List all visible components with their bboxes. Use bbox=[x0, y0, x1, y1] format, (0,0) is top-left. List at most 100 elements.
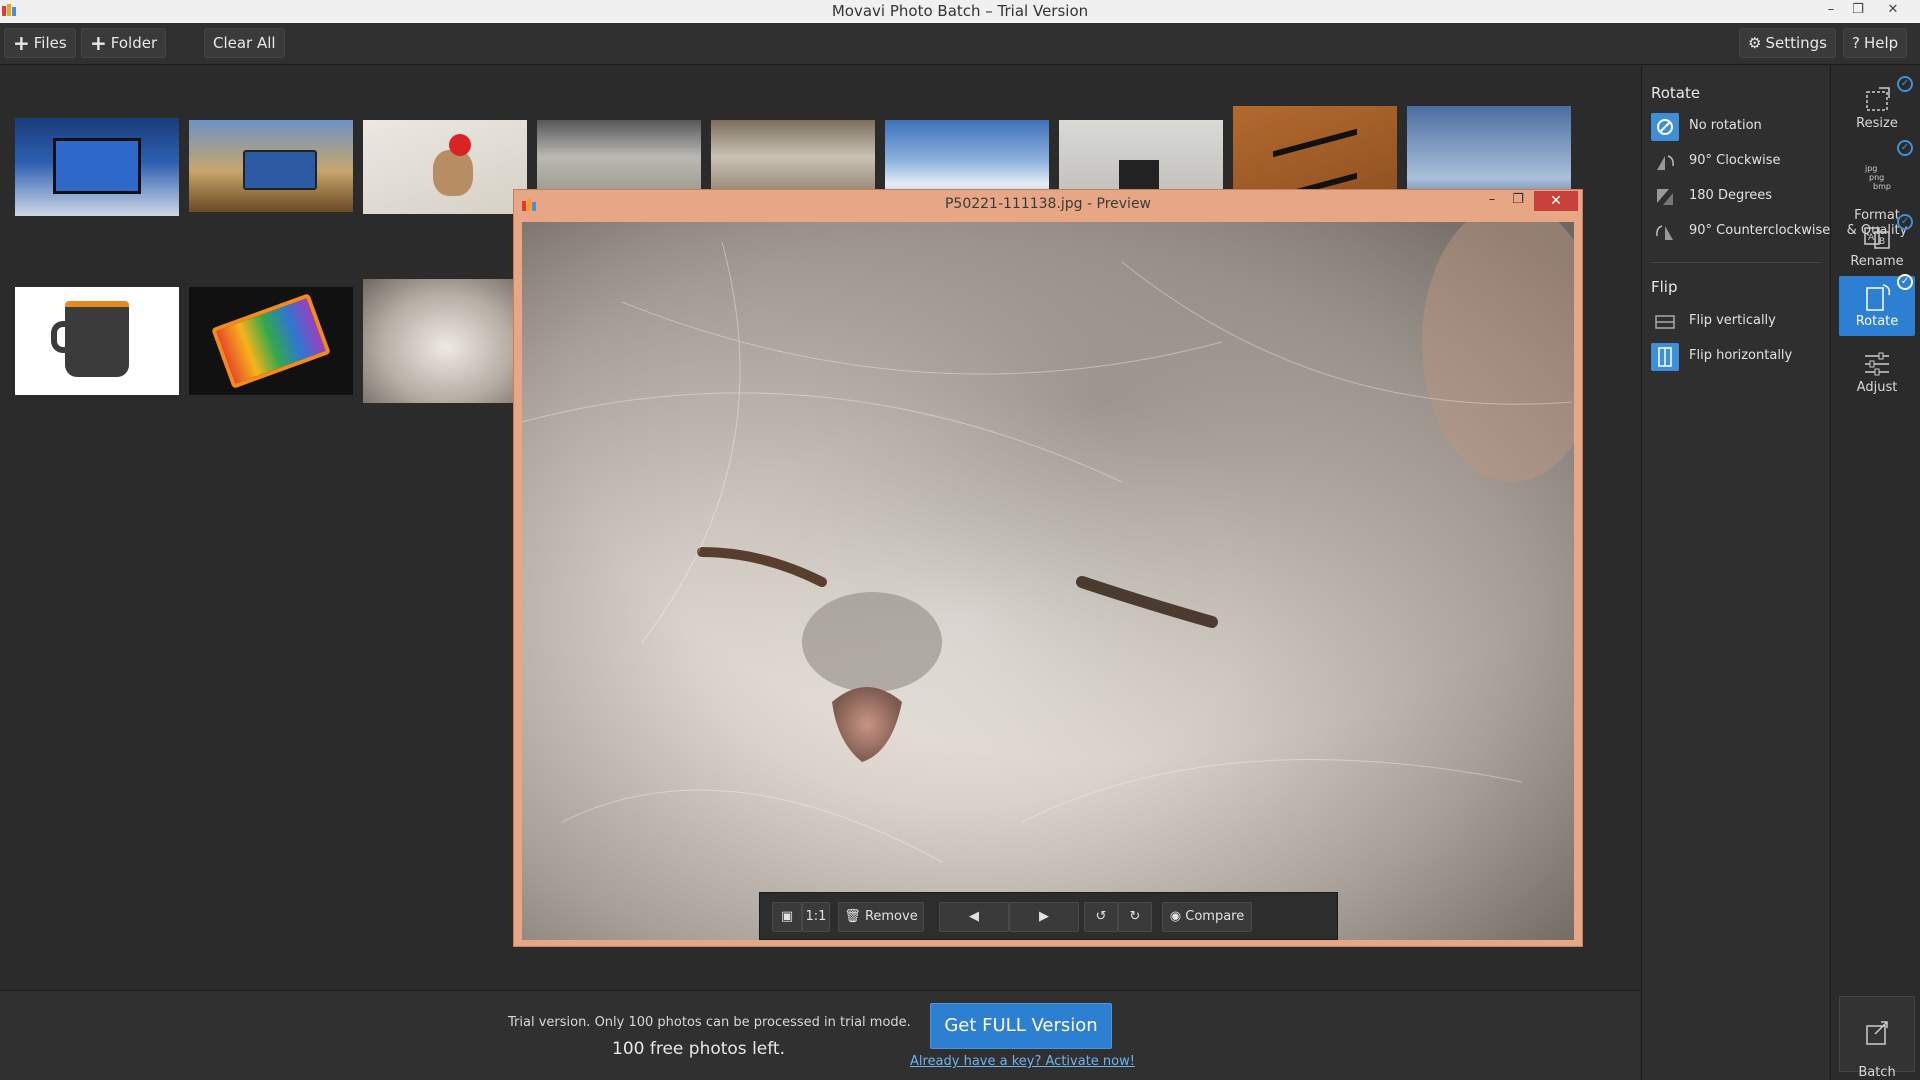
compare-label: Compare bbox=[1185, 909, 1245, 924]
rotate-option-label: 90° Clockwise bbox=[1689, 153, 1781, 168]
trash-icon: 🗑 bbox=[844, 909, 861, 924]
svg-text:png: png bbox=[1869, 173, 1884, 182]
preview-maximize-button[interactable]: ❐ bbox=[1506, 192, 1530, 214]
check-icon: ✓ bbox=[1897, 274, 1913, 290]
settings-button[interactable]: ⚙ Settings bbox=[1739, 28, 1836, 58]
compare-button[interactable]: ◉ Compare bbox=[1162, 902, 1252, 932]
minimize-button[interactable]: – bbox=[1818, 0, 1844, 22]
add-files-button[interactable]: + Files bbox=[4, 28, 76, 58]
tool-label: Rotate bbox=[1855, 314, 1899, 329]
svg-text:jpg: jpg bbox=[1864, 164, 1877, 173]
settings-label: Settings bbox=[1765, 34, 1827, 52]
gear-icon: ⚙ bbox=[1748, 34, 1762, 52]
check-icon: ✓ bbox=[1897, 76, 1913, 92]
rotate-option-none[interactable]: No rotation bbox=[1651, 113, 1826, 141]
rotate-left-button[interactable]: ↺ bbox=[1084, 902, 1118, 932]
trial-notice: Trial version. Only 100 photos can be pr… bbox=[508, 1015, 911, 1030]
arrow-left-icon: ◀ bbox=[969, 909, 979, 924]
next-button[interactable]: ▶ bbox=[1009, 902, 1079, 932]
free-photos-counter: 100 free photos left. bbox=[612, 1039, 786, 1059]
batch-export-button[interactable]: Batch Export bbox=[1839, 996, 1915, 1080]
remove-button[interactable]: 🗑 Remove bbox=[838, 902, 924, 932]
window-title: Movavi Photo Batch – Trial Version bbox=[831, 2, 1089, 20]
rotate-option-180[interactable]: 180 Degrees bbox=[1651, 183, 1826, 211]
svg-text:B: B bbox=[1879, 237, 1885, 247]
close-button[interactable]: ✕ bbox=[1880, 0, 1906, 22]
actual-size-button[interactable]: 1:1 bbox=[802, 902, 830, 932]
help-label: Help bbox=[1863, 34, 1899, 52]
restore-button[interactable]: ❐ bbox=[1845, 0, 1871, 22]
preview-title-bar[interactable]: P50221-111138.jpg - Preview – ❐ ✕ bbox=[514, 190, 1582, 220]
resize-icon bbox=[1866, 87, 1890, 111]
add-folder-label: Folder bbox=[110, 34, 158, 52]
preview-toolbar: ▣ 1:1 🗑 Remove ◀ ▶ ↺ ↻ ◉ Compare bbox=[759, 892, 1338, 940]
thumbnail[interactable] bbox=[189, 287, 353, 395]
flip-heading: Flip bbox=[1651, 278, 1678, 296]
tool-rail: Resize ✓ jpg png bmp Format & Quality ✓ AB… bbox=[1830, 66, 1920, 1080]
no-rotation-icon bbox=[1651, 113, 1679, 141]
flip-option-label: Flip vertically bbox=[1689, 313, 1776, 328]
flip-horizontal-icon bbox=[1651, 343, 1679, 371]
fit-to-window-button[interactable]: ▣ bbox=[772, 902, 802, 932]
flip-vertical-icon bbox=[1651, 308, 1679, 336]
preview-image bbox=[522, 222, 1574, 940]
svg-text:A: A bbox=[1868, 233, 1875, 243]
preview-close-button[interactable]: ✕ bbox=[1534, 191, 1578, 211]
rotate-right-button[interactable]: ↻ bbox=[1118, 902, 1152, 932]
fit-screen-icon: ▣ bbox=[780, 909, 794, 924]
tool-rotate[interactable]: Rotate ✓ bbox=[1839, 274, 1915, 336]
previous-button[interactable]: ◀ bbox=[939, 902, 1009, 932]
cat-photo bbox=[522, 222, 1574, 940]
thumbnail[interactable] bbox=[189, 120, 353, 212]
activate-link[interactable]: Already have a key? Activate now! bbox=[910, 1054, 1135, 1069]
tool-label: Rename bbox=[1850, 254, 1904, 269]
rotate-option-90ccw[interactable]: 90° Counterclockwise bbox=[1651, 218, 1830, 246]
check-icon: ✓ bbox=[1897, 214, 1913, 230]
title-bar: Movavi Photo Batch – Trial Version – ❐ ✕ bbox=[0, 0, 1920, 23]
rotate-cw-icon bbox=[1651, 148, 1679, 176]
trial-bar: Trial version. Only 100 photos can be pr… bbox=[0, 990, 1640, 1080]
preview-title: P50221-111138.jpg - Preview bbox=[944, 196, 1152, 212]
rotate-options-panel: Rotate No rotation 90° Clockwise 180 Deg… bbox=[1641, 66, 1830, 1080]
preview-minimize-button[interactable]: – bbox=[1480, 192, 1504, 214]
tool-format-quality[interactable]: jpg png bmp Format & Quality ✓ bbox=[1839, 140, 1915, 238]
rotate-option-label: 90° Counterclockwise bbox=[1689, 223, 1831, 238]
rename-icon: AB bbox=[1864, 227, 1890, 249]
rotate-heading: Rotate bbox=[1651, 84, 1701, 102]
batch-export-label: Batch Export bbox=[1858, 1065, 1896, 1080]
flip-option-label: Flip horizontally bbox=[1689, 348, 1793, 363]
tool-label: Adjust bbox=[1856, 380, 1898, 395]
adjust-icon bbox=[1865, 352, 1889, 376]
main-toolbar: + Files + Folder Clear All ⚙ Settings ? Help bbox=[0, 23, 1920, 65]
flip-option-horizontal[interactable]: Flip horizontally bbox=[1651, 343, 1826, 371]
flip-option-vertical[interactable]: Flip vertically bbox=[1651, 308, 1826, 336]
thumbnail[interactable] bbox=[15, 118, 179, 216]
arrow-right-icon: ▶ bbox=[1039, 909, 1049, 924]
add-folder-button[interactable]: + Folder bbox=[81, 28, 167, 58]
plus-icon: + bbox=[90, 31, 107, 55]
format-icon: jpgpngbmp bbox=[1864, 164, 1891, 191]
rotate-right-icon: ↻ bbox=[1129, 909, 1141, 924]
clear-all-button[interactable]: Clear All bbox=[204, 28, 285, 58]
rotate-left-icon: ↺ bbox=[1095, 909, 1107, 924]
svg-text:bmp: bmp bbox=[1873, 182, 1891, 191]
tool-resize[interactable]: Resize ✓ bbox=[1839, 76, 1915, 134]
preview-window: P50221-111138.jpg - Preview – ❐ ✕ ▣ 1:1 … bbox=[513, 189, 1583, 947]
tool-rename[interactable]: AB Rename ✓ bbox=[1839, 214, 1915, 272]
thumbnail[interactable] bbox=[363, 279, 514, 403]
add-files-label: Files bbox=[33, 34, 67, 52]
export-icon bbox=[1866, 1021, 1888, 1045]
tool-label: Resize bbox=[1856, 116, 1898, 131]
tool-adjust[interactable]: Adjust bbox=[1839, 342, 1915, 398]
thumbnail[interactable] bbox=[363, 120, 527, 214]
rotate-ccw-icon bbox=[1651, 218, 1679, 246]
get-full-version-button[interactable]: Get FULL Version bbox=[930, 1003, 1112, 1049]
help-button[interactable]: ? Help bbox=[1843, 28, 1908, 58]
thumbnail[interactable] bbox=[15, 287, 179, 395]
plus-icon: + bbox=[13, 31, 30, 55]
help-icon: ? bbox=[1852, 34, 1860, 52]
rotate-option-90cw[interactable]: 90° Clockwise bbox=[1651, 148, 1826, 176]
clear-all-label: Clear All bbox=[213, 34, 276, 52]
eye-icon: ◉ bbox=[1169, 909, 1182, 924]
check-icon: ✓ bbox=[1897, 140, 1913, 156]
